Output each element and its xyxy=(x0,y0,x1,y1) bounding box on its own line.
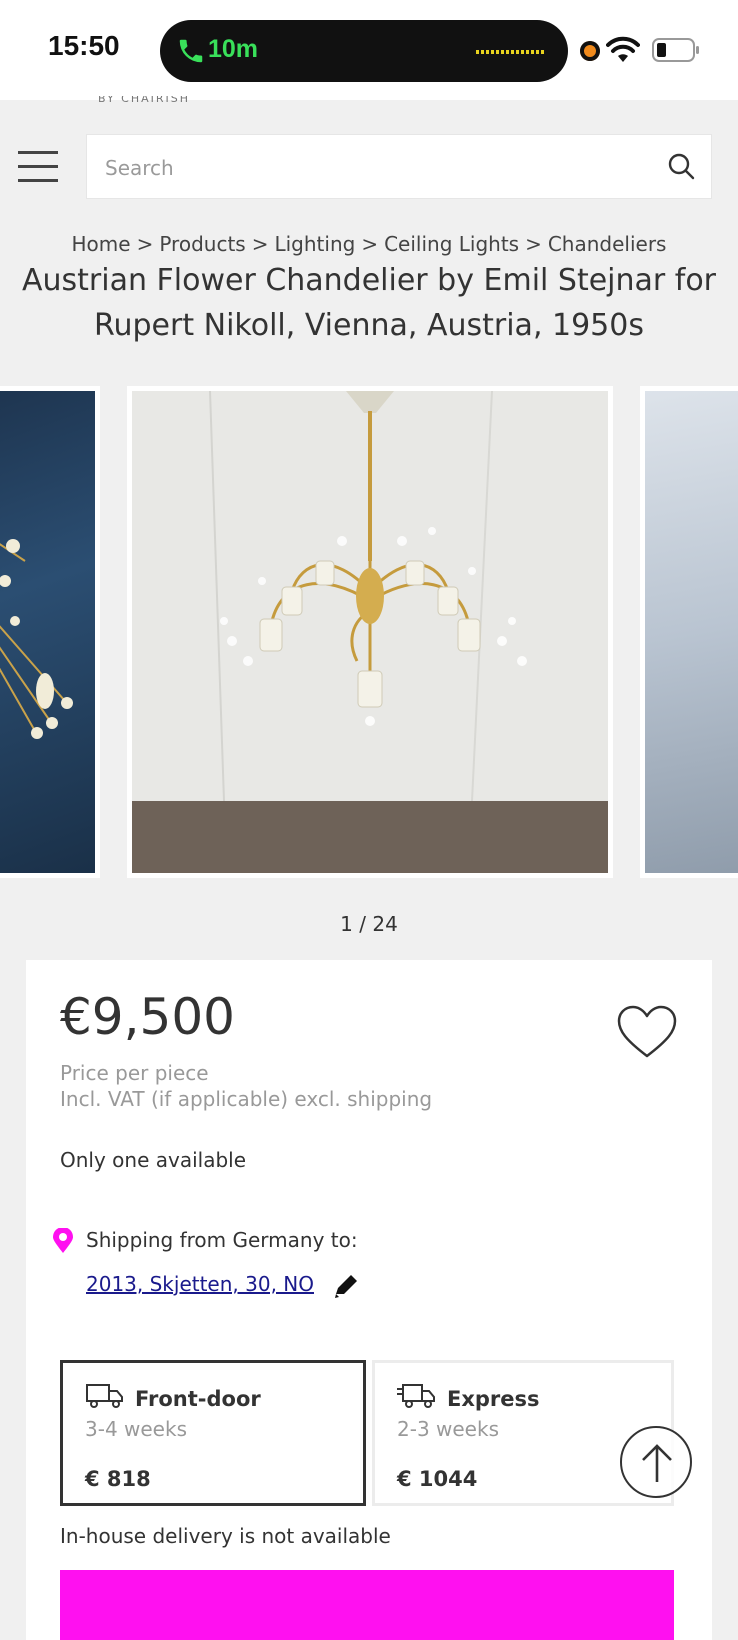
product-title: Austrian Flower Chandelier by Emil Stejn… xyxy=(0,258,738,348)
image-gallery[interactable] xyxy=(0,386,738,878)
status-bar: 15:50 10m xyxy=(0,0,738,100)
product-title-line-2: Rupert Nikoll, Vienna, Austria, 1950s xyxy=(94,308,644,343)
breadcrumb-products[interactable]: Products xyxy=(159,232,245,256)
arrow-up-icon xyxy=(642,1444,672,1482)
wifi-icon xyxy=(606,36,640,62)
availability-text: Only one available xyxy=(60,1148,247,1172)
breadcrumb-home[interactable]: Home xyxy=(72,232,131,256)
chandelier-photo-image xyxy=(132,391,608,873)
shipping-option-time: 3-4 weeks xyxy=(85,1417,187,1441)
recording-indicator-icon xyxy=(580,41,600,61)
image-counter: 1 / 24 xyxy=(340,912,398,936)
breadcrumb-separator: > xyxy=(251,232,269,256)
pencil-edit-icon[interactable] xyxy=(332,1272,360,1300)
price-notes: Price per piece Incl. VAT (if applicable… xyxy=(60,1060,432,1112)
gallery-prev-image[interactable] xyxy=(0,386,100,878)
brand-logo-subtitle: BY CHAIRISH xyxy=(98,96,191,105)
in-house-delivery-note: In-house delivery is not available xyxy=(60,1524,391,1548)
scroll-to-top-button[interactable] xyxy=(620,1426,692,1498)
phone-icon xyxy=(179,39,203,63)
search-input[interactable] xyxy=(103,135,627,200)
shipping-address-link[interactable]: 2013, Skjetten, 30, NO xyxy=(86,1272,314,1296)
breadcrumb-chandeliers[interactable]: Chandeliers xyxy=(548,232,667,256)
breadcrumb-ceiling-lights[interactable]: Ceiling Lights xyxy=(384,232,519,256)
breadcrumb-separator: > xyxy=(136,232,154,256)
active-call-pill[interactable]: 10m xyxy=(160,20,568,82)
breadcrumb-lighting[interactable]: Lighting xyxy=(274,232,355,256)
battery-icon xyxy=(652,38,699,62)
gallery-next-image[interactable] xyxy=(640,386,738,878)
shipping-option-name: Front-door xyxy=(135,1387,261,1411)
call-duration: 10m xyxy=(208,35,259,63)
shipping-option-time: 2-3 weeks xyxy=(397,1417,499,1441)
product-title-line-1: Austrian Flower Chandelier by Emil Stejn… xyxy=(21,263,717,298)
search-bar xyxy=(86,134,712,200)
shipping-option-front-door[interactable]: Front-door 3-4 weeks € 818 xyxy=(60,1360,366,1506)
heart-icon[interactable] xyxy=(616,1004,678,1060)
shipping-from-label: Shipping from Germany to: xyxy=(86,1228,358,1252)
product-info-card: €9,500 Price per piece Incl. VAT (if app… xyxy=(26,960,712,1640)
shipping-option-price: € 818 xyxy=(85,1467,151,1491)
breadcrumb-separator: > xyxy=(361,232,379,256)
chandelier-closeup-image xyxy=(0,539,73,739)
vat-note: Incl. VAT (if applicable) excl. shipping xyxy=(60,1087,433,1111)
express-truck-icon xyxy=(397,1384,435,1408)
location-pin-icon xyxy=(53,1228,73,1253)
gallery-main-image[interactable] xyxy=(127,386,613,878)
add-to-cart-button[interactable] xyxy=(60,1570,674,1640)
shipping-option-name: Express xyxy=(447,1387,540,1411)
price-per-label: Price per piece xyxy=(60,1061,209,1085)
product-price: €9,500 xyxy=(60,988,235,1046)
status-time: 15:50 xyxy=(48,30,120,61)
audio-wave-icon xyxy=(476,50,546,54)
search-icon[interactable] xyxy=(667,152,695,180)
truck-icon xyxy=(86,1384,123,1408)
shipping-option-price: € 1044 xyxy=(397,1467,478,1491)
breadcrumb: Home > Products > Lighting > Ceiling Lights > Ch… xyxy=(0,232,738,256)
hamburger-menu-icon[interactable] xyxy=(18,151,58,183)
breadcrumb-separator: > xyxy=(525,232,542,256)
